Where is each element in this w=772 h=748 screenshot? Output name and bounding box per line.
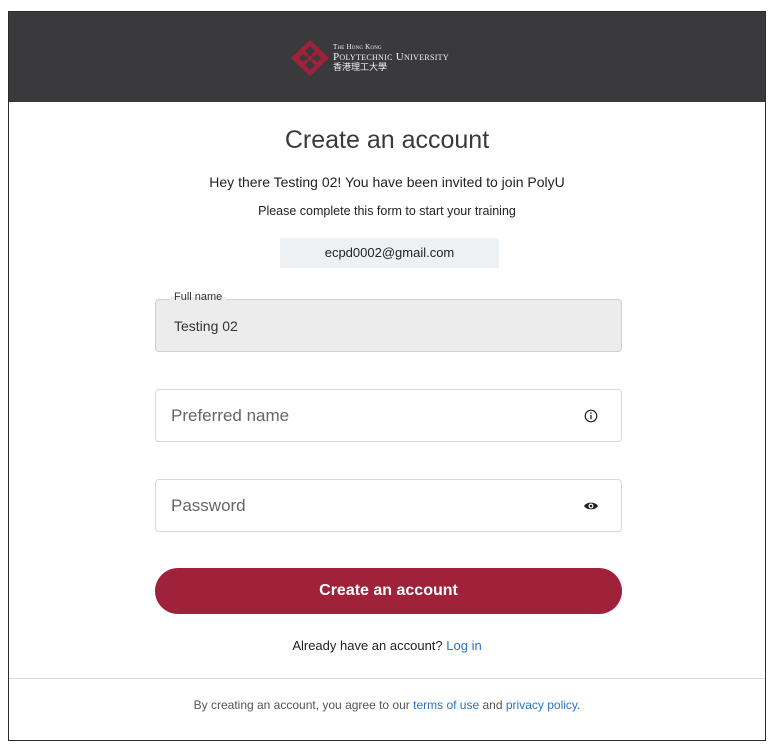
full-name-value: Testing 02 bbox=[174, 318, 238, 334]
preferred-name-field bbox=[155, 389, 622, 442]
logo-line-small: The Hong Kong bbox=[333, 43, 382, 51]
page-title: Create an account bbox=[284, 126, 490, 154]
login-prompt: Already have an account? Log in bbox=[9, 638, 765, 653]
email-badge: ecpd0002@gmail.com bbox=[280, 238, 499, 268]
logo-line-university: Polytechnic University bbox=[333, 51, 449, 63]
preferred-name-input[interactable] bbox=[156, 390, 621, 441]
create-account-button[interactable]: Create an account bbox=[155, 568, 622, 614]
logo-text: The Hong Kong Polytechnic University 香港理… bbox=[333, 43, 449, 74]
terms-of-use-link[interactable]: terms of use bbox=[413, 698, 479, 712]
privacy-policy-link[interactable]: privacy policy bbox=[506, 698, 577, 712]
password-field bbox=[155, 479, 622, 532]
login-prompt-text: Already have an account? bbox=[292, 638, 443, 653]
logo-line-chinese: 香港理工大學 bbox=[333, 63, 388, 73]
footer-divider bbox=[9, 678, 765, 679]
polyu-emblem-icon bbox=[291, 40, 329, 76]
header-bar: The Hong Kong Polytechnic University 香港理… bbox=[9, 12, 765, 102]
eye-icon[interactable] bbox=[581, 496, 601, 516]
footer-conjunction: and bbox=[482, 698, 503, 712]
password-input[interactable] bbox=[156, 480, 621, 531]
login-link[interactable]: Log in bbox=[446, 638, 481, 653]
full-name-field: Full name Testing 02 bbox=[155, 291, 622, 352]
signup-card: The Hong Kong Polytechnic University 香港理… bbox=[8, 11, 766, 741]
instruction-text: Please complete this form to start your … bbox=[258, 204, 516, 218]
footer-text: By creating an account, you agree to our… bbox=[9, 698, 765, 712]
footer-prefix: By creating an account, you agree to our bbox=[193, 698, 410, 712]
full-name-label: Full name bbox=[170, 291, 227, 303]
info-icon[interactable] bbox=[581, 406, 601, 426]
footer-suffix: . bbox=[577, 698, 581, 712]
invite-text: Hey there Testing 02! You have been invi… bbox=[209, 174, 565, 190]
